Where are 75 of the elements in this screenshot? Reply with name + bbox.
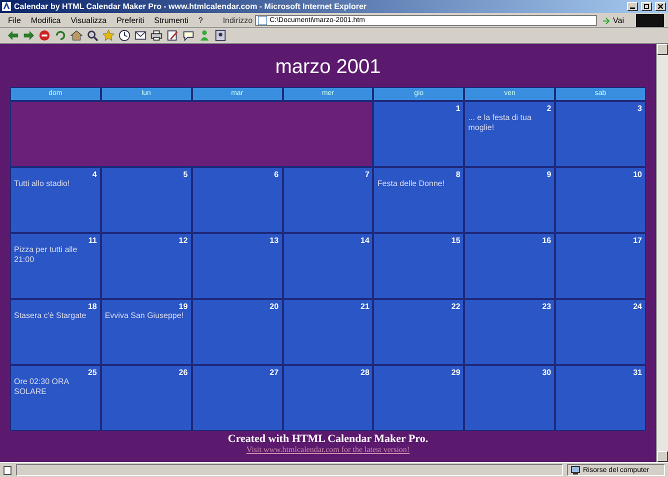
day-number: 5 xyxy=(183,170,188,179)
day-number: 19 xyxy=(178,302,188,311)
footer-text: Created with HTML Calendar Maker Pro. xyxy=(228,433,428,445)
day-number: 1 xyxy=(456,104,460,113)
close-icon xyxy=(658,4,663,9)
event-text: Festa delle Donne! xyxy=(377,179,446,189)
printer-icon[interactable] xyxy=(150,29,163,42)
menu-item[interactable]: Strumenti xyxy=(150,16,192,24)
event-text: Ore 02:30 ORA SOLARE xyxy=(14,377,70,397)
browser-logo xyxy=(636,14,664,26)
back-arrow-icon[interactable] xyxy=(6,29,19,42)
window-title: Calendar by HTML Calendar Maker Pro - www.htmlcalendar.com - Microsoft Internet Explorer xyxy=(14,2,368,11)
day-number: 28 xyxy=(360,368,370,377)
menu-item[interactable]: Modifica xyxy=(26,16,65,24)
footer-link[interactable]: Visit www.htmlcalendar.com for the latest version! xyxy=(246,445,410,454)
event-text: ... e la festa di tua moglie! xyxy=(468,113,532,133)
star-icon[interactable] xyxy=(102,29,115,42)
day-number: 27 xyxy=(270,368,279,377)
maximize-button[interactable] xyxy=(641,2,652,11)
event-text: Stasera c'è Stargate xyxy=(14,311,88,321)
event-text: Tutti allo stadio! xyxy=(14,179,71,189)
address-card-icon[interactable] xyxy=(214,29,227,42)
minimize-button[interactable] xyxy=(627,2,638,11)
day-number: 9 xyxy=(546,170,552,179)
day-number: 22 xyxy=(451,302,460,311)
page-icon xyxy=(3,466,12,474)
day-number: 24 xyxy=(633,302,642,311)
day-number: 14 xyxy=(360,236,370,245)
menu-item[interactable]: Preferiti xyxy=(112,16,148,24)
day-number: 31 xyxy=(633,368,642,377)
speech-bubble-icon[interactable] xyxy=(182,29,195,42)
day-number: 4 xyxy=(92,170,97,179)
page-icon xyxy=(258,16,267,24)
stop-icon[interactable] xyxy=(38,29,51,42)
event-text: Evviva San Giuseppe! xyxy=(104,311,185,321)
day-number: 18 xyxy=(88,302,97,311)
day-number: 10 xyxy=(633,170,642,179)
arrow-icon xyxy=(603,16,612,24)
day-number: 7 xyxy=(364,170,370,179)
day-number: 21 xyxy=(360,302,370,311)
calendar-title: marzo 2001 xyxy=(275,55,381,80)
menu-item[interactable]: File xyxy=(4,16,25,24)
day-number: 13 xyxy=(270,236,279,245)
day-number: 8 xyxy=(456,170,460,179)
maximize-icon xyxy=(644,4,649,9)
menu-item[interactable]: ? xyxy=(194,16,207,24)
envelope-icon[interactable] xyxy=(134,29,147,42)
day-number: 23 xyxy=(542,302,552,311)
event-text: Pizza per tutti alle 21:00 xyxy=(14,245,78,265)
day-number: 20 xyxy=(270,302,279,311)
document-pen-icon[interactable] xyxy=(166,29,179,42)
address-label: Indirizzo xyxy=(222,16,253,24)
day-number: 29 xyxy=(451,368,460,377)
refresh-icon[interactable] xyxy=(54,29,67,42)
day-number: 30 xyxy=(542,368,552,377)
day-number: 12 xyxy=(178,236,188,245)
close-button[interactable] xyxy=(655,2,666,11)
day-number: 3 xyxy=(638,104,642,113)
clock-icon[interactable] xyxy=(118,29,131,42)
computer-icon xyxy=(571,466,580,474)
day-number: 6 xyxy=(274,170,279,179)
forward-arrow-icon[interactable] xyxy=(22,29,35,42)
day-number: 15 xyxy=(451,236,460,245)
scrollbar[interactable] xyxy=(656,44,668,462)
day-number: 16 xyxy=(542,236,552,245)
house-icon[interactable] xyxy=(70,29,83,42)
menu-item[interactable]: Visualizza xyxy=(66,16,111,24)
day-number: 26 xyxy=(178,368,188,377)
day-number: 11 xyxy=(88,236,97,245)
browser-icon xyxy=(2,2,11,11)
day-number: 25 xyxy=(88,368,97,377)
day-number: 2 xyxy=(546,104,552,113)
search-icon[interactable] xyxy=(86,29,99,42)
day-number: 17 xyxy=(633,236,642,245)
go-button[interactable]: Vai xyxy=(599,16,634,24)
